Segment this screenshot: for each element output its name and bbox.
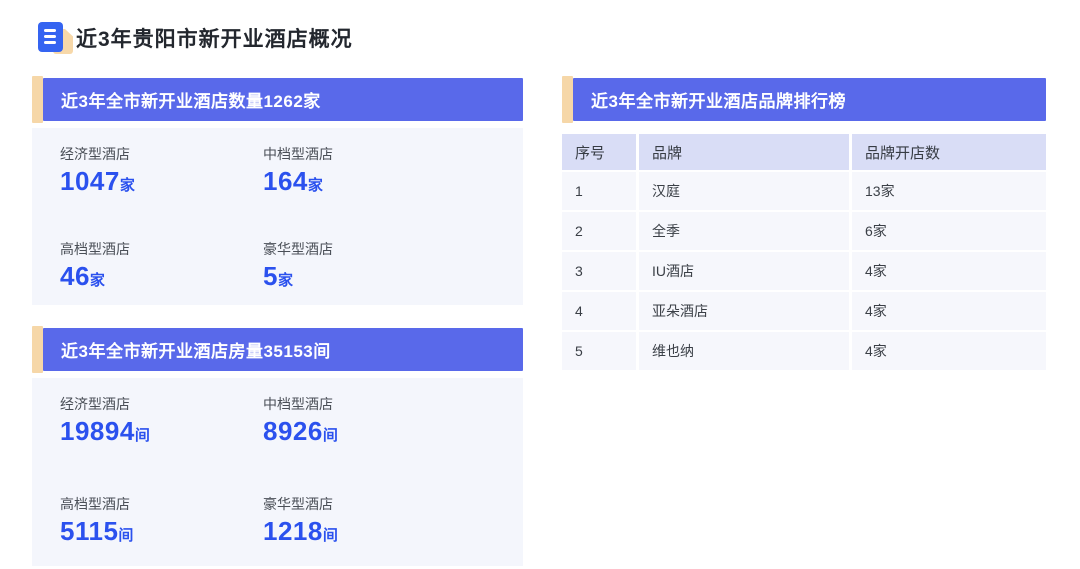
stat-label: 高档型酒店 <box>60 494 263 514</box>
stat-label: 高档型酒店 <box>60 239 263 259</box>
brand-ranking-card-title: 近3年全市新开业酒店品牌排行榜 <box>591 87 846 112</box>
stat-unit: 家 <box>278 272 293 289</box>
stat-number: 1047 <box>60 166 120 196</box>
table-cell-brand: 维也纳 <box>639 332 849 370</box>
column-header-brand: 品牌 <box>639 134 849 170</box>
stat-unit: 间 <box>135 427 150 444</box>
table-cell-rank: 3 <box>562 252 636 290</box>
stat-number: 5 <box>263 261 278 291</box>
stat-unit: 间 <box>118 527 133 544</box>
table-cell-rank: 1 <box>562 172 636 210</box>
report-page: 近3年贵阳市新开业酒店概况 近3年全市新开业酒店数量1262家 经济型酒店 10… <box>0 0 1080 569</box>
table-cell-brand: 亚朵酒店 <box>639 292 849 330</box>
stat-unit: 家 <box>308 177 323 194</box>
list-doc-icon <box>38 22 63 52</box>
stat-label: 中档型酒店 <box>263 394 503 414</box>
stat-upscale-hotels: 高档型酒店 46家 <box>60 239 263 306</box>
hotel-count-card-body: 经济型酒店 1047家 中档型酒店 164家 高档型酒店 46家 豪华型酒店 5… <box>32 128 523 305</box>
stat-value: 1218间 <box>263 516 503 551</box>
stat-number: 1218 <box>263 516 323 546</box>
table-cell-count: 4家 <box>852 252 1046 290</box>
brand-ranking-card: 近3年全市新开业酒店品牌排行榜 序号 品牌 品牌开店数 1 汉庭 13家 2 全… <box>562 78 1046 370</box>
stat-value: 19894间 <box>60 416 263 451</box>
table-cell-count: 4家 <box>852 332 1046 370</box>
page-title: 近3年贵阳市新开业酒店概况 <box>76 23 353 53</box>
stat-unit: 家 <box>90 272 105 289</box>
table-cell-rank: 5 <box>562 332 636 370</box>
stat-number: 164 <box>263 166 308 196</box>
table-cell-count: 13家 <box>852 172 1046 210</box>
stat-number: 46 <box>60 261 90 291</box>
document-icon <box>38 22 76 54</box>
hotel-count-card-title: 近3年全市新开业酒店数量1262家 <box>61 87 321 112</box>
table-cell-rank: 2 <box>562 212 636 250</box>
stat-number: 5115 <box>60 516 118 546</box>
room-count-card-title: 近3年全市新开业酒店房量35153间 <box>61 337 331 362</box>
room-count-card-body: 经济型酒店 19894间 中档型酒店 8926间 高档型酒店 5115间 豪华型… <box>32 378 523 566</box>
table-cell-count: 6家 <box>852 212 1046 250</box>
stat-unit: 间 <box>323 427 338 444</box>
stat-label: 豪华型酒店 <box>263 239 503 259</box>
stat-number: 19894 <box>60 416 135 446</box>
table-cell-brand: 全季 <box>639 212 849 250</box>
stat-unit: 间 <box>323 527 338 544</box>
stat-luxury-hotels: 豪华型酒店 5家 <box>263 239 503 306</box>
stat-economy-hotels: 经济型酒店 1047家 <box>60 144 263 211</box>
stat-value: 8926间 <box>263 416 503 451</box>
hotel-count-card: 近3年全市新开业酒店数量1262家 经济型酒店 1047家 中档型酒店 164家… <box>32 78 523 305</box>
table-cell-brand: 汉庭 <box>639 172 849 210</box>
stat-label: 经济型酒店 <box>60 144 263 164</box>
table-cell-brand: IU酒店 <box>639 252 849 290</box>
hotel-count-card-header: 近3年全市新开业酒店数量1262家 <box>43 78 523 121</box>
stat-label: 经济型酒店 <box>60 394 263 414</box>
stat-upscale-rooms: 高档型酒店 5115间 <box>60 494 263 566</box>
column-header-store-count: 品牌开店数 <box>852 134 1046 170</box>
stat-economy-rooms: 经济型酒店 19894间 <box>60 394 263 466</box>
table-cell-count: 4家 <box>852 292 1046 330</box>
stat-value: 5家 <box>263 261 503 296</box>
stat-value: 164家 <box>263 166 503 201</box>
room-count-card: 近3年全市新开业酒店房量35153间 经济型酒店 19894间 中档型酒店 89… <box>32 328 523 566</box>
stat-value: 1047家 <box>60 166 263 201</box>
page-title-row: 近3年贵阳市新开业酒店概况 <box>38 22 353 54</box>
room-count-card-header: 近3年全市新开业酒店房量35153间 <box>43 328 523 371</box>
stat-midscale-hotels: 中档型酒店 164家 <box>263 144 503 211</box>
brand-ranking-card-header: 近3年全市新开业酒店品牌排行榜 <box>573 78 1046 121</box>
stat-luxury-rooms: 豪华型酒店 1218间 <box>263 494 503 566</box>
stat-midscale-rooms: 中档型酒店 8926间 <box>263 394 503 466</box>
stat-value: 5115间 <box>60 516 263 551</box>
column-header-rank: 序号 <box>562 134 636 170</box>
stat-label: 中档型酒店 <box>263 144 503 164</box>
table-cell-rank: 4 <box>562 292 636 330</box>
stat-unit: 家 <box>120 177 135 194</box>
brand-ranking-table: 序号 品牌 品牌开店数 1 汉庭 13家 2 全季 6家 3 IU酒店 4家 4… <box>562 134 1046 370</box>
stat-value: 46家 <box>60 261 263 296</box>
stat-number: 8926 <box>263 416 323 446</box>
stat-label: 豪华型酒店 <box>263 494 503 514</box>
